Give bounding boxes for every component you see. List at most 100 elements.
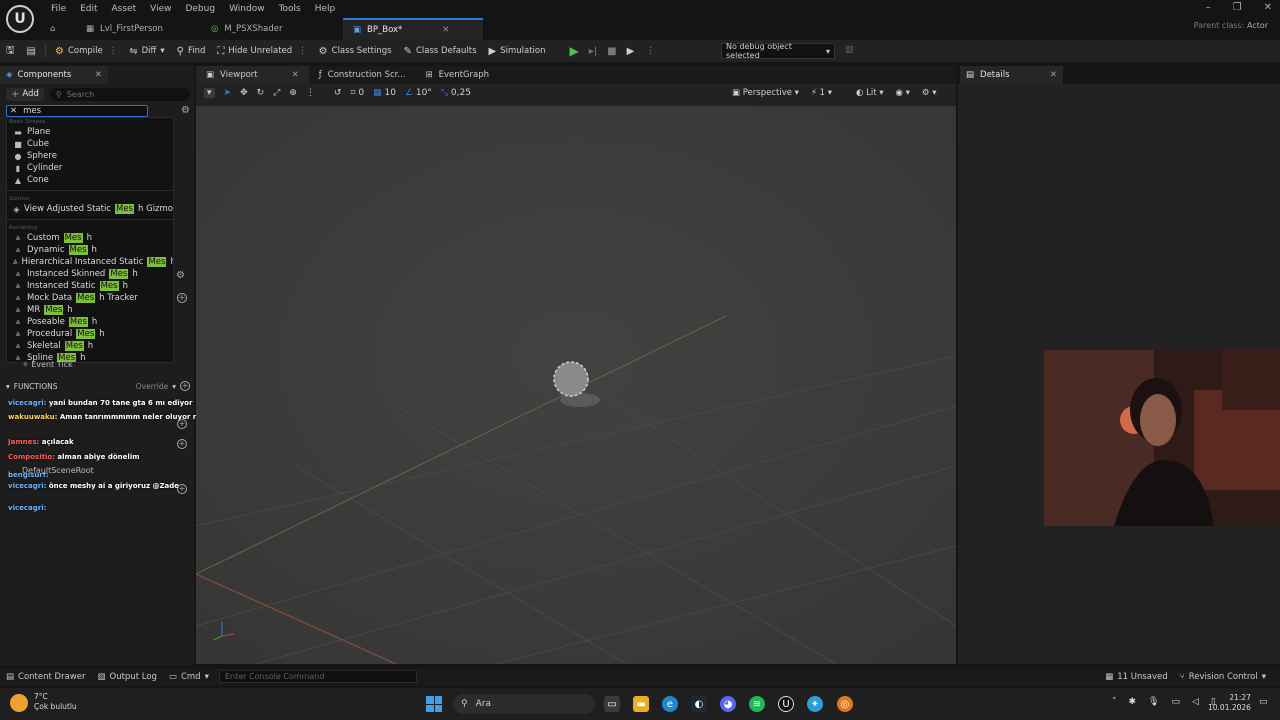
component-filter-input[interactable]: ✕ mes xyxy=(6,104,148,117)
unreal-logo-icon[interactable]: U xyxy=(6,5,34,33)
taskbar-search[interactable]: ⚲ Ara xyxy=(453,694,595,714)
functions-section[interactable]: ▾ FUNCTIONS Override ▾ + xyxy=(6,380,190,392)
edge-icon[interactable]: e xyxy=(662,696,678,712)
bluetooth-icon[interactable]: ✱ xyxy=(1129,697,1137,707)
perspective-dropdown[interactable]: ▣ Perspective ▾ xyxy=(732,88,799,98)
list-item[interactable]: ■ Cube xyxy=(7,138,173,150)
steam-icon[interactable]: ◐ xyxy=(691,696,707,712)
tab-event-graph[interactable]: ⊞ EventGraph xyxy=(415,66,499,84)
rotation-snap-icon[interactable]: ∠ 10° xyxy=(405,88,432,98)
class-settings-button[interactable]: ⚙ Class Settings xyxy=(313,40,398,62)
taskbar-clock[interactable]: 21:27 10.01.2026 xyxy=(1208,693,1251,713)
override-dropdown[interactable]: Override xyxy=(136,382,168,391)
add-function-icon[interactable]: + xyxy=(180,381,190,391)
list-item[interactable]: ⩓ Procedural Mes h xyxy=(7,328,173,340)
simulation-button[interactable]: ▶ Simulation xyxy=(483,40,552,62)
stop-icon[interactable]: ■ xyxy=(607,46,616,57)
close-icon[interactable]: ✕ xyxy=(292,70,299,80)
menu-tools[interactable]: Tools xyxy=(272,4,308,14)
menu-file[interactable]: File xyxy=(44,4,73,14)
clear-icon[interactable]: ✕ xyxy=(10,106,17,116)
rotate-icon[interactable]: ↻ xyxy=(257,88,265,98)
select-icon[interactable]: ➤ xyxy=(224,88,232,98)
viewport-settings-dropdown[interactable]: ⚙ ▾ xyxy=(922,88,937,98)
more-options-icon[interactable]: ⋮ xyxy=(306,88,315,98)
play-icon[interactable]: ▶ xyxy=(570,44,579,58)
viewport-canvas[interactable] xyxy=(196,106,956,664)
scale-snap-icon[interactable]: ⤡ 0,25 xyxy=(441,88,471,98)
more-options-icon[interactable]: ⋮ xyxy=(646,46,655,56)
scale-icon[interactable]: ⤢ xyxy=(273,88,280,98)
windows-start-icon[interactable] xyxy=(426,696,442,712)
content-drawer-button[interactable]: ▤ Content Drawer xyxy=(0,668,91,686)
tab-viewport[interactable]: ▣ Viewport ✕ xyxy=(196,66,309,84)
list-item[interactable]: ● Sphere xyxy=(7,150,173,162)
debug-filter-icon[interactable]: ▥ xyxy=(845,45,854,55)
step-icon[interactable]: ▸| xyxy=(589,46,597,57)
file-explorer-icon[interactable]: ▬ xyxy=(633,696,649,712)
list-item[interactable]: ▮ Cylinder xyxy=(7,162,173,174)
home-tab[interactable]: ⌂ xyxy=(40,18,76,40)
revision-control-button[interactable]: ⑂ Revision Control ▾ xyxy=(1174,668,1272,686)
list-item[interactable]: ⩓ Custom Mes h xyxy=(7,232,173,244)
app-icon[interactable]: ✦ xyxy=(807,696,823,712)
list-item[interactable]: ⩓Hierarchical Instanced Static Mesh xyxy=(7,256,173,268)
show-dropdown[interactable]: ◉ ▾ xyxy=(896,88,910,98)
microphone-icon[interactable]: 🎙 xyxy=(1148,697,1159,707)
gear-icon[interactable]: ⚙ xyxy=(181,105,190,116)
network-icon[interactable]: ▭ xyxy=(1171,697,1180,707)
menu-edit[interactable]: Edit xyxy=(73,4,104,14)
weather-widget[interactable]: 7°C Çok bulutlu xyxy=(8,692,77,712)
menu-view[interactable]: View xyxy=(143,4,178,14)
menu-debug[interactable]: Debug xyxy=(178,4,222,14)
find-button[interactable]: ⚲ Find xyxy=(171,40,212,62)
output-log-button[interactable]: ▧ Output Log xyxy=(91,668,162,686)
task-view-icon[interactable]: ▭ xyxy=(604,696,620,712)
list-item[interactable]: ⩓ Instanced Static Mes h xyxy=(7,280,173,292)
notification-icon[interactable]: ▭ xyxy=(1259,697,1268,707)
add-variable-icon[interactable]: + xyxy=(177,439,187,449)
compile-button[interactable]: ⚙ Compile ⋮ xyxy=(49,40,123,62)
cmd-dropdown[interactable]: ▭ Cmd ▾ xyxy=(163,668,215,686)
details-tab[interactable]: ▤ Details ✕ xyxy=(960,66,1063,84)
close-icon[interactable]: ✕ xyxy=(442,25,449,35)
spotify-icon[interactable]: ≋ xyxy=(749,696,765,712)
options-icon[interactable]: ▾ xyxy=(204,88,215,98)
unsaved-button[interactable]: ▦ 11 Unsaved xyxy=(1099,668,1173,686)
discord-icon[interactable]: ◕ xyxy=(720,696,736,712)
list-item[interactable]: ◈ View Adjusted Static Mes h Gizmo xyxy=(7,203,173,215)
lit-dropdown[interactable]: ◐ Lit ▾ xyxy=(856,88,884,98)
add-component-button[interactable]: + Add xyxy=(6,87,44,101)
list-item[interactable]: ▬ Plane xyxy=(7,126,173,138)
settings-icon[interactable]: ⚙ xyxy=(176,270,185,281)
doc-tab-material[interactable]: ◎ M_PSXShader xyxy=(201,18,343,40)
snap-toggle-icon[interactable]: ⌗ 0 xyxy=(350,88,364,98)
list-item[interactable]: ⩓ Dynamic Mes h xyxy=(7,244,173,256)
list-item[interactable]: ⩓ Poseable Mes h xyxy=(7,316,173,328)
camera-speed-dropdown[interactable]: ⚡ 1 ▾ xyxy=(811,88,832,98)
event-tick-item[interactable]: ✧ Event Tick xyxy=(22,360,73,369)
browse-button[interactable]: ▤ xyxy=(21,40,42,62)
chevron-up-icon[interactable]: ˄ xyxy=(1112,697,1117,707)
unreal-taskbar-icon[interactable]: U xyxy=(778,696,794,712)
list-item[interactable]: ⩓ Instanced Skinned Mes h xyxy=(7,268,173,280)
add-icon[interactable]: + xyxy=(177,293,187,303)
volume-icon[interactable]: ◁ xyxy=(1192,697,1199,707)
class-defaults-button[interactable]: ✎ Class Defaults xyxy=(398,40,483,62)
tab-construction-script[interactable]: ƒ Construction Scr... xyxy=(309,66,416,84)
close-window-icon[interactable]: ✕ xyxy=(1264,2,1272,13)
move-icon[interactable]: ✥ xyxy=(240,88,248,98)
menu-asset[interactable]: Asset xyxy=(105,4,144,14)
save-button[interactable]: 🖫 xyxy=(0,40,21,62)
debug-object-select[interactable]: No debug object selected ▾ xyxy=(721,42,835,60)
surface-snap-icon[interactable]: ↺ xyxy=(334,88,342,98)
minimize-icon[interactable]: – xyxy=(1206,2,1211,13)
more-options-icon[interactable]: ⋮ xyxy=(109,46,118,56)
components-tab[interactable]: ◈ Components ✕ xyxy=(0,66,108,84)
restore-icon[interactable]: ❐ xyxy=(1233,2,1242,13)
more-options-icon[interactable]: ⋮ xyxy=(298,46,307,56)
scene-root-sphere[interactable] xyxy=(553,361,589,397)
list-item[interactable]: ⩓ MR Mes h xyxy=(7,304,173,316)
list-item[interactable]: ▲ Cone xyxy=(7,174,173,186)
menu-window[interactable]: Window xyxy=(222,4,272,14)
